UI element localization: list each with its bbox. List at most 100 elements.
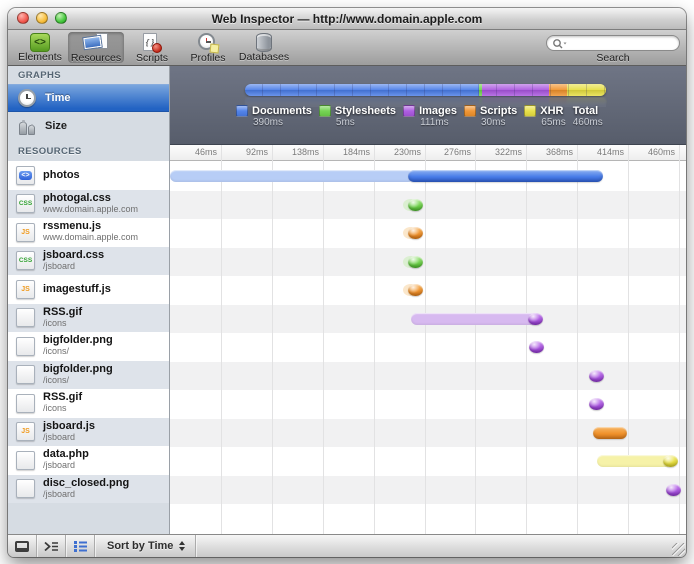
sort-by-dropdown[interactable]: Sort by Time xyxy=(95,535,197,557)
plain-file-icon xyxy=(16,308,35,328)
latency-bar-documents xyxy=(170,170,414,182)
traffic-lights xyxy=(17,12,67,24)
resource-name: data.php xyxy=(43,448,89,461)
console-button[interactable] xyxy=(37,535,66,557)
resource-dot-scripts xyxy=(408,227,423,239)
html-file-icon: <> xyxy=(16,165,35,185)
toolbar-button-label: Elements xyxy=(18,51,62,63)
resource-text: jsboard.css/jsboard xyxy=(43,249,104,272)
timeline-row-bigfolder.png xyxy=(170,362,686,391)
resource-dot-images xyxy=(589,369,604,382)
sidebar-item-time[interactable]: Time xyxy=(8,84,169,112)
sidebar-resource-rssmenu.js[interactable]: JS rssmenu.js www.domain.apple.com xyxy=(8,218,169,247)
list-view-button[interactable] xyxy=(66,535,95,557)
resource-dot-stylesheets xyxy=(408,255,423,268)
resource-name: RSS.gif xyxy=(43,391,83,404)
toolbar-button-databases[interactable]: Databases xyxy=(236,32,292,63)
resource-path: /icons/ xyxy=(43,346,70,357)
legend-label: Scripts xyxy=(479,105,518,117)
resource-dot-images xyxy=(666,483,681,496)
resource-dot-images xyxy=(529,341,544,353)
resource-dot-scripts xyxy=(408,284,423,296)
sidebar-resource-photogal.css[interactable]: CSS photogal.css www.domain.apple.com xyxy=(8,189,169,218)
ruler-tick-label: 230ms xyxy=(393,147,421,157)
resize-grip[interactable] xyxy=(672,543,685,556)
js-file-icon: JS xyxy=(16,222,35,242)
sidebar-resource-data.php[interactable]: data.php/jsboard xyxy=(8,446,169,475)
sidebar-resource-RSS.gif[interactable]: RSS.gif/icons xyxy=(8,303,169,332)
legend-label: Stylesheets xyxy=(334,105,397,117)
sidebar: GRAPHS Time Size RESOURCES <> photos CSS pho… xyxy=(8,66,170,534)
resource-path: /icons/ xyxy=(43,374,70,385)
legend-item-total: Total 460ms xyxy=(573,105,603,129)
timeline-row-jsboard.js xyxy=(170,419,686,448)
resource-dot-images xyxy=(528,312,543,325)
legend-value: 460ms xyxy=(572,117,603,128)
toolbar-button-label: Resources xyxy=(70,52,122,64)
search-input[interactable] xyxy=(546,35,680,51)
timeline-rows xyxy=(170,162,686,504)
css-file-icon: CSS xyxy=(16,194,35,214)
close-button[interactable] xyxy=(17,12,29,24)
statusbar: Sort by Time xyxy=(8,534,686,557)
summary-bar xyxy=(245,84,606,96)
toolbar-button-profiles[interactable]: Profiles xyxy=(180,32,236,64)
resource-text: imagestuff.js xyxy=(43,283,111,295)
ruler-tick-label: 460ms xyxy=(647,147,675,157)
css-file-icon: CSS xyxy=(16,251,35,271)
toolbar-button-elements[interactable]: <> Elements xyxy=(12,32,68,63)
resource-path: www.domain.apple.com xyxy=(43,232,139,243)
resource-dot-images xyxy=(589,398,604,410)
resource-name: bigfolder.png xyxy=(43,362,113,375)
graphs-header: GRAPHS xyxy=(18,70,62,81)
plain-file-icon xyxy=(16,479,35,499)
resource-path: /jsboard xyxy=(43,488,76,499)
legend-item-documents: Documents 390ms xyxy=(236,105,312,129)
sidebar-resource-jsboard.css[interactable]: CSS jsboard.css/jsboard xyxy=(8,246,169,275)
graph-items: Time Size xyxy=(8,84,169,140)
databases-icon xyxy=(256,33,272,52)
summary-legend: Documents 390ms Stylesheets 5ms Images 111ms S… xyxy=(236,105,603,129)
zoom-button[interactable] xyxy=(55,12,67,24)
resource-path: /jsboard xyxy=(43,431,76,442)
ruler-tick-label: 414ms xyxy=(596,147,624,157)
legend-value: 65ms xyxy=(541,117,566,128)
clock-icon xyxy=(18,89,36,107)
toolbar-button-resources[interactable]: Resources xyxy=(68,32,124,64)
resource-path: /jsboard xyxy=(43,260,76,271)
content: GRAPHS Time Size RESOURCES <> photos CSS pho… xyxy=(8,66,686,534)
sidebar-resource-bigfolder.png[interactable]: bigfolder.png/icons/ xyxy=(8,332,169,361)
js-file-icon: JS xyxy=(16,279,35,299)
resource-text: disc_closed.png/jsboard xyxy=(43,477,129,500)
sidebar-resource-bigfolder.png[interactable]: bigfolder.png/icons/ xyxy=(8,360,169,389)
toolbar-button-label: Databases xyxy=(238,51,290,63)
titlebar[interactable]: Web Inspector — http://www.domain.apple.… xyxy=(8,8,686,30)
profiles-icon xyxy=(197,33,219,54)
resources-header: RESOURCES xyxy=(18,146,82,157)
js-file-icon: JS xyxy=(16,422,35,442)
toolbar-button-scripts[interactable]: { } Scripts xyxy=(124,32,180,64)
resource-name: photos xyxy=(43,168,80,181)
ruler-tick-label: 138ms xyxy=(291,147,319,157)
resource-name: jsboard.js xyxy=(43,419,95,432)
window-title: Web Inspector — http://www.domain.apple.… xyxy=(211,11,483,26)
dock-panel-button[interactable] xyxy=(8,535,37,557)
sidebar-item-size[interactable]: Size xyxy=(8,112,169,140)
sidebar-resource-imagestuff.js[interactable]: JS imagestuff.js xyxy=(8,275,169,304)
elements-icon: <> xyxy=(30,33,50,52)
sidebar-resource-disc_closed.png[interactable]: disc_closed.png/jsboard xyxy=(8,474,169,503)
list-view-icon xyxy=(73,540,87,552)
sidebar-resource-RSS.gif[interactable]: RSS.gif/icons xyxy=(8,389,169,418)
minimize-button[interactable] xyxy=(36,12,48,24)
timeline-row-disc_closed.png xyxy=(170,476,686,505)
plain-file-icon xyxy=(16,365,35,385)
sidebar-resource-jsboard.js[interactable]: JS jsboard.js/jsboard xyxy=(8,417,169,446)
timeline-row-photogal.css xyxy=(170,191,686,220)
legend-item-stylesheets: Stylesheets 5ms xyxy=(318,105,397,129)
sidebar-item-label: Size xyxy=(45,120,68,132)
weights-icon xyxy=(18,117,36,135)
resource-name: bigfolder.png xyxy=(43,334,113,347)
timeline-row-rssmenu.js xyxy=(170,219,686,248)
sidebar-resource-photos[interactable]: <> photos xyxy=(8,161,169,190)
timeline-row-bigfolder.png xyxy=(170,333,686,362)
